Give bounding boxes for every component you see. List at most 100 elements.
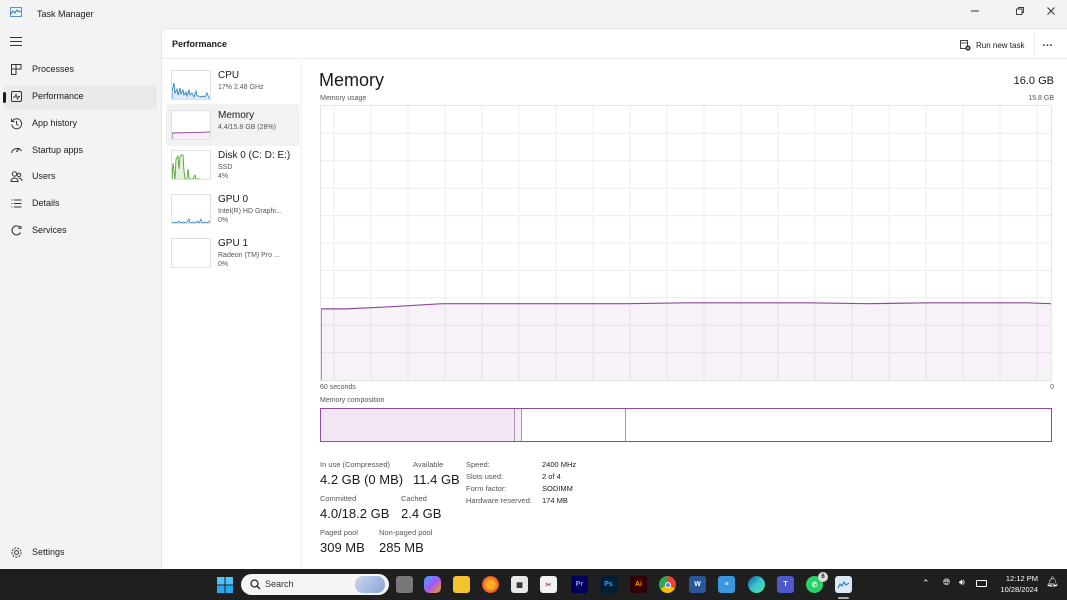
startup-apps-icon — [11, 147, 22, 154]
device-name: GPU 1 — [218, 238, 249, 249]
start-button[interactable] — [216, 576, 233, 593]
sidebar-item-processes[interactable]: Processes — [4, 58, 157, 82]
run-new-task-button[interactable]: Run new task — [960, 37, 1024, 53]
stat-available: Available 11.4 GB — [413, 460, 460, 487]
clock-time[interactable]: 12:12 PM — [992, 574, 1038, 583]
chrome-button[interactable] — [659, 576, 676, 593]
device-detail: SSD — [218, 164, 233, 171]
memory-composition-label: Memory composition — [320, 397, 385, 404]
stat-value: 4.0/18.2 GB — [320, 506, 390, 521]
copilot-button[interactable] — [424, 576, 441, 593]
device-detail: 17% 2.48 GHz — [218, 84, 264, 91]
calendar-icon: ▦ — [516, 581, 523, 589]
device-item-gpu-0[interactable]: GPU 0 Intel(R) HD Graphi... 0% — [166, 188, 300, 230]
spec-label-form-factor: Form factor: — [466, 484, 507, 493]
memory-usage-area — [321, 302, 1051, 380]
x-axis-left-label: 60 seconds — [320, 384, 356, 391]
active-app-indicator — [838, 597, 849, 599]
sidebar-item-label: Processes — [32, 64, 75, 74]
device-item-memory[interactable]: Memory 4.4/15.8 GB (28%) — [166, 104, 300, 146]
disk-thumbnail-graph — [171, 150, 211, 180]
clock-date[interactable]: 10/28/2024 — [992, 585, 1038, 594]
sidebar-item-details[interactable]: Details — [4, 192, 157, 216]
composition-modified-segment[interactable] — [515, 409, 522, 441]
word-button[interactable]: W — [689, 576, 706, 593]
photoshop-button[interactable]: Ps — [600, 576, 617, 593]
illustrator-icon: Ai — [635, 581, 642, 588]
stat-value: 2.4 GB — [401, 506, 442, 521]
notepad-button[interactable]: ≡ — [718, 576, 735, 593]
sidebar-item-label: Settings — [32, 547, 65, 557]
sidebar-item-services[interactable]: Services — [4, 219, 157, 243]
close-icon — [1047, 7, 1055, 15]
hamburger-menu-button[interactable] — [10, 37, 22, 47]
task-manager-icon — [837, 580, 850, 588]
volume-icon[interactable]: 🔊︎ — [959, 577, 965, 588]
whatsapp-notification-badge: 6 — [818, 572, 828, 582]
search-highlight-image — [355, 576, 385, 593]
stat-value: 285 MB — [379, 540, 424, 555]
stat-non-paged-pool: Non-paged pool 285 MB — [379, 528, 432, 555]
edge-button[interactable] — [748, 576, 765, 593]
spec-label-slots: Slots used: — [466, 472, 504, 481]
taskbar-search-box[interactable]: Search — [241, 574, 389, 595]
content-pane: Performance Run new task … CPU 17% 2.48 … — [161, 28, 1067, 570]
device-detail: Intel(R) HD Graphi... — [218, 208, 282, 215]
device-list: CPU 17% 2.48 GHz Memory 4.4/15.8 GB (28%… — [162, 60, 302, 570]
stat-committed: Committed 4.0/18.2 GB — [320, 494, 389, 521]
teams-button[interactable]: T — [777, 576, 794, 593]
stat-value: 309 MB — [320, 540, 365, 555]
page-title: Performance — [172, 39, 228, 49]
sidebar-item-label: Services — [32, 225, 67, 235]
sidebar-item-users[interactable]: Users — [4, 165, 157, 189]
notepad-icon: ≡ — [724, 581, 729, 588]
network-icon[interactable]: 🌐︎ — [943, 577, 950, 588]
device-detail: 4.4/15.8 GB (28%) — [218, 124, 276, 131]
snipping-tool-button[interactable]: ✂ — [540, 576, 557, 593]
calendar-app-button[interactable]: ▦ — [511, 576, 528, 593]
app-history-icon — [11, 118, 23, 130]
sidebar-item-performance[interactable]: Performance — [3, 85, 157, 109]
show-hidden-icons-button[interactable]: ⌃ — [922, 578, 930, 589]
stat-label: Non-paged pool — [379, 528, 433, 537]
illustrator-button[interactable]: Ai — [630, 576, 647, 593]
task-manager-taskbar-button[interactable] — [835, 576, 852, 593]
title-bar: Task Manager — [0, 0, 1067, 28]
stat-label: Committed — [320, 494, 357, 503]
sidebar-item-startup-apps[interactable]: Startup apps — [4, 139, 157, 163]
stat-label: Paged pool — [320, 528, 358, 537]
run-new-task-label: Run new task — [976, 40, 1025, 50]
stat-paged-pool: Paged pool 309 MB — [320, 528, 365, 555]
spec-value-speed: 2400 MHz — [542, 460, 577, 469]
sidebar-item-label: Details — [32, 198, 60, 208]
composition-in-use-segment[interactable] — [321, 409, 516, 441]
more-options-button[interactable]: … — [1042, 37, 1054, 49]
sidebar-item-app-history[interactable]: App history — [4, 112, 157, 136]
sidebar-item-label: Performance — [32, 91, 84, 101]
device-usage: 4% — [218, 173, 229, 180]
stat-label: Cached — [401, 494, 427, 503]
device-usage: 0% — [218, 261, 229, 268]
premiere-pro-button[interactable]: Pr — [571, 576, 588, 593]
notifications-bell-icon[interactable]: 🔔︎ — [1046, 577, 1059, 588]
firefox-button[interactable] — [482, 576, 499, 593]
device-item-gpu-1[interactable]: GPU 1 Radeon (TM) Pro ... 0% — [166, 232, 300, 274]
composition-standby-segment[interactable] — [522, 409, 626, 441]
restore-button[interactable] — [1005, 0, 1035, 22]
close-button[interactable] — [1036, 0, 1066, 22]
device-item-cpu[interactable]: CPU 17% 2.48 GHz — [166, 64, 300, 106]
file-explorer-button[interactable] — [453, 576, 470, 593]
device-usage: 0% — [218, 217, 229, 224]
memory-composition-bar — [320, 408, 1052, 442]
spec-value-hardware-reserved: 174 MB — [542, 496, 568, 505]
device-detail: Radeon (TM) Pro ... — [218, 252, 280, 259]
cpu-thumbnail-graph — [171, 70, 211, 100]
whatsapp-button[interactable]: ✆ 6 — [806, 572, 828, 593]
spec-label-hardware-reserved: Hardware reserved: — [466, 496, 532, 505]
task-view-button[interactable] — [396, 576, 413, 593]
battery-icon[interactable] — [976, 580, 987, 587]
memory-total: 16.0 GB — [1013, 75, 1054, 87]
minimize-button[interactable] — [960, 0, 990, 22]
sidebar-item-settings[interactable]: Settings — [4, 541, 157, 565]
device-item-disk-0[interactable]: Disk 0 (C: D: E:) SSD 4% — [166, 144, 300, 186]
